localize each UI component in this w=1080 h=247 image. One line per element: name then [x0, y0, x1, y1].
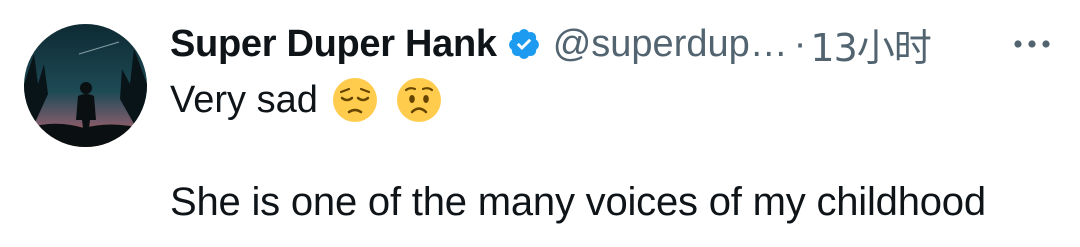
separator-dot: ·: [793, 22, 807, 65]
tweet-text-line-2: She is one of the many voices of my chil…: [170, 180, 986, 224]
tweet-text: Very sad: [170, 78, 318, 121]
pensive-face-emoji: [332, 77, 378, 123]
worried-face-emoji: [396, 77, 442, 123]
author-handle[interactable]: @superdup…: [553, 23, 788, 66]
tweet-header: Super Duper Hank @superdup… · 13小时: [170, 16, 932, 72]
verified-badge-icon[interactable]: [507, 27, 541, 61]
avatar[interactable]: [24, 24, 147, 147]
more-horizontal-icon[interactable]: [1010, 36, 1054, 52]
timestamp[interactable]: 13小时: [810, 17, 931, 72]
display-name[interactable]: Super Duper Hank: [170, 23, 497, 66]
tweet-text-line-1: Very sad: [170, 72, 442, 128]
